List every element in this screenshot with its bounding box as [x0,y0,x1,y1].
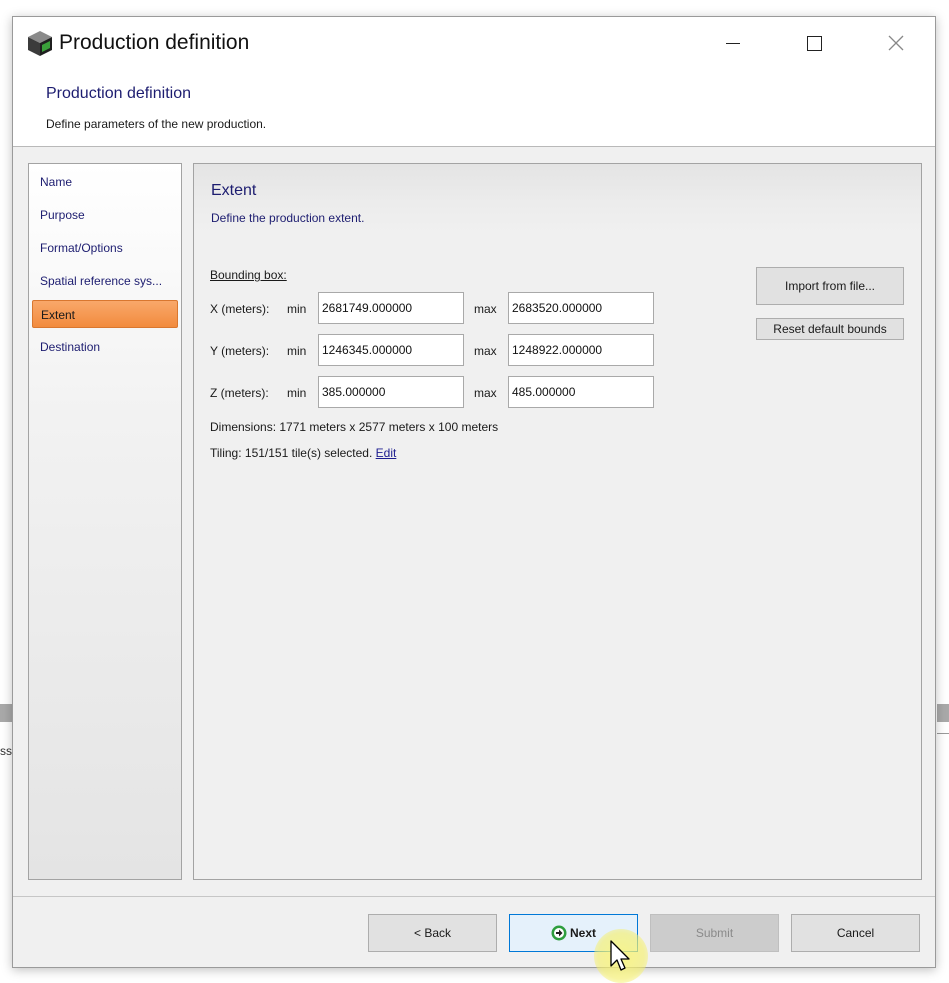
y-min-label: min [287,344,307,358]
background-text: ss [0,744,12,758]
import-from-file-button[interactable]: Import from file... [756,267,904,305]
y-max-field[interactable] [508,334,654,366]
step-destination[interactable]: Destination [32,333,178,361]
production-definition-dialog: Production definition Production definit… [12,16,936,968]
background-window-strip [937,704,949,722]
z-min-field[interactable] [318,376,464,408]
cancel-button[interactable]: Cancel [791,914,920,952]
x-max-label: max [474,302,497,316]
maximize-icon [807,36,822,51]
background-window-strip [0,704,12,722]
step-spatial-reference[interactable]: Spatial reference sys... [32,267,178,295]
arrow-right-circle-icon [551,925,567,941]
y-max-label: max [474,344,497,358]
wizard-title: Production definition [46,85,191,102]
wizard-description: Define parameters of the new production. [46,117,267,131]
back-button[interactable]: < Back [368,914,497,952]
z-min-label: min [287,386,307,400]
minimize-button[interactable] [710,23,756,63]
step-format-options[interactable]: Format/Options [32,234,178,262]
step-extent[interactable]: Extent [32,300,178,328]
next-label: Next [569,926,596,940]
wizard-footer: < Back Next Submit Cancel [13,897,935,967]
x-min-field[interactable] [318,292,464,324]
wizard-header: Production definition Define parameters … [13,71,935,147]
submit-button[interactable]: Submit [650,914,779,952]
minimize-icon [726,43,740,44]
title-bar[interactable]: Production definition [13,17,935,71]
extent-panel: Extent Define the production extent. Bou… [193,163,922,880]
z-max-label: max [474,386,497,400]
edit-tiling-link[interactable]: Edit [376,446,397,460]
step-purpose[interactable]: Purpose [32,201,178,229]
x-max-field[interactable] [508,292,654,324]
wizard-body: Name Purpose Format/Options Spatial refe… [13,147,935,897]
close-button[interactable] [873,23,919,63]
z-max-field[interactable] [508,376,654,408]
reset-default-bounds-button[interactable]: Reset default bounds [756,318,904,340]
background-divider [937,733,949,734]
dimensions-text: Dimensions: 1771 meters x 2577 meters x … [210,420,499,434]
next-button[interactable]: Next [509,914,638,952]
close-icon [888,35,904,51]
panel-description: Define the production extent. [211,211,365,225]
panel-header: Extent Define the production extent. [194,164,921,234]
panel-title: Extent [211,182,257,199]
step-navigation: Name Purpose Format/Options Spatial refe… [28,163,182,880]
tiling-row: Tiling: 151/151 tile(s) selected. Edit [210,446,396,460]
y-label: Y (meters): [210,344,270,358]
tiling-text: Tiling: 151/151 tile(s) selected. [210,446,373,460]
y-min-field[interactable] [318,334,464,366]
maximize-button[interactable] [792,23,838,63]
x-label: X (meters): [210,302,270,316]
z-label: Z (meters): [210,386,269,400]
x-min-label: min [287,302,307,316]
box-app-icon [28,31,52,56]
window-title: Production definition [59,31,250,54]
bounding-box-label: Bounding box: [210,268,287,282]
step-name[interactable]: Name [32,168,178,196]
